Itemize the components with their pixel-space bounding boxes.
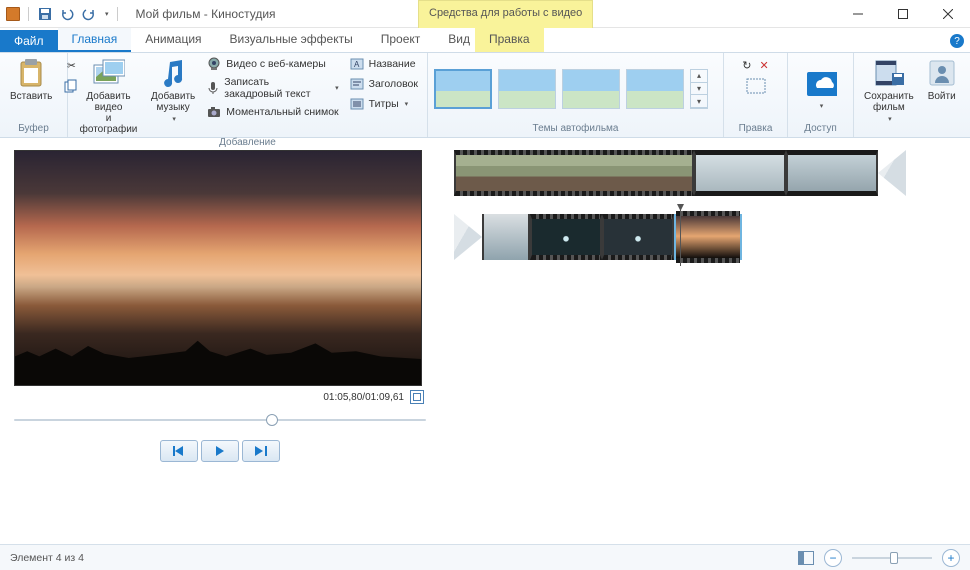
clip-2[interactable] (694, 150, 786, 196)
clip-row-2 (454, 214, 956, 260)
onedrive-button[interactable]: ▾ (801, 66, 841, 112)
zoom-thumb[interactable] (890, 552, 898, 564)
narration-button[interactable]: Записать закадровый текст▾ (203, 75, 341, 101)
fullscreen-button[interactable] (410, 390, 424, 404)
group-label-themes: Темы автофильма (434, 123, 717, 135)
save-movie-button[interactable]: Сохранить фильм ▾ (860, 55, 918, 125)
help-icon[interactable]: ? (950, 34, 964, 48)
seek-bar[interactable] (14, 414, 426, 426)
title-icon (349, 76, 365, 92)
theme-thumb-2[interactable] (498, 69, 556, 109)
app-icon (6, 7, 20, 21)
timeline-pane[interactable] (440, 138, 970, 538)
status-bar: Элемент 4 из 4 − + (0, 544, 970, 570)
time-display: 01:05,80/01:09,61 (323, 392, 404, 403)
group-label-access: Доступ (794, 123, 847, 135)
theme-thumb-1[interactable] (434, 69, 492, 109)
preview-frame[interactable] (14, 150, 422, 386)
tab-strip: Файл Главная Анимация Визуальные эффекты… (0, 28, 970, 52)
music-note-icon (157, 57, 189, 89)
delete-icon[interactable]: ✕ (760, 59, 769, 72)
tab-animation[interactable]: Анимация (131, 28, 215, 52)
clip-4[interactable] (482, 214, 530, 260)
next-frame-button[interactable] (242, 440, 280, 462)
signin-button[interactable]: Войти (922, 55, 962, 104)
clip-row-1 (454, 150, 956, 196)
theme-thumb-4[interactable] (626, 69, 684, 109)
prev-frame-button[interactable] (160, 440, 198, 462)
paste-button[interactable]: Вставить (6, 55, 56, 104)
tab-visual-effects[interactable]: Визуальные эффекты (216, 28, 367, 52)
caption-credits-button[interactable]: Титры▾ (346, 95, 421, 113)
user-icon (926, 57, 958, 89)
layout-toggle-button[interactable] (798, 551, 814, 565)
add-music-button[interactable]: Добавить музыку ▾ (147, 55, 199, 125)
zoom-out-button[interactable]: − (824, 549, 842, 567)
zoom-in-button[interactable]: + (942, 549, 960, 567)
playhead[interactable] (680, 208, 681, 266)
clip-6[interactable] (602, 214, 674, 260)
caption-name-button[interactable]: AНазвание (346, 55, 421, 73)
clip-1[interactable] (454, 150, 694, 196)
clip-5[interactable] (530, 214, 602, 260)
webcam-icon (206, 56, 222, 72)
redo-icon[interactable] (81, 6, 97, 22)
svg-text:A: A (354, 60, 360, 69)
clip-7-selected[interactable] (674, 214, 742, 260)
ribbon: Вставить ✂ Буфер Добавить видео и фотогр… (0, 52, 970, 138)
photo-video-icon (93, 57, 125, 89)
tab-home[interactable]: Главная (58, 28, 132, 52)
status-text: Элемент 4 из 4 (10, 552, 84, 564)
camera-icon (206, 104, 222, 120)
preview-pane: 01:05,80/01:09,61 (0, 138, 440, 538)
seek-thumb[interactable] (266, 414, 278, 426)
clipboard-icon (15, 57, 47, 89)
close-button[interactable] (925, 0, 970, 28)
theme-thumb-3[interactable] (562, 69, 620, 109)
credits-icon (349, 96, 365, 112)
caption-title-button[interactable]: Заголовок (346, 75, 421, 93)
select-all-icon[interactable] (746, 78, 766, 94)
file-tab[interactable]: Файл (0, 30, 58, 52)
cloud-icon (805, 68, 837, 100)
transition-out-1[interactable] (878, 150, 906, 196)
minimize-button[interactable] (835, 0, 880, 28)
window-title: Мой фильм - Киностудия (136, 7, 276, 21)
zoom-slider[interactable] (852, 557, 932, 559)
transition-in-2[interactable] (454, 214, 482, 260)
play-button[interactable] (201, 440, 239, 462)
undo-icon[interactable] (59, 6, 75, 22)
save-icon[interactable] (37, 6, 53, 22)
add-video-button[interactable]: Добавить видео и фотографии (74, 55, 143, 137)
workspace: 01:05,80/01:09,61 (0, 138, 970, 538)
group-label-buffer: Буфер (6, 123, 61, 135)
webcam-button[interactable]: Видео с веб-камеры (203, 55, 341, 73)
maximize-button[interactable] (880, 0, 925, 28)
title-bar: ▾ Мой фильм - Киностудия Средства для ра… (0, 0, 970, 28)
clip-3[interactable] (786, 150, 878, 196)
qat-dropdown-icon[interactable]: ▾ (105, 10, 109, 18)
rotate-icon[interactable]: ↻ (742, 59, 751, 72)
text-icon: A (349, 56, 365, 72)
chevron-down-icon: ▾ (172, 115, 176, 123)
snapshot-button[interactable]: Моментальный снимок (203, 103, 341, 121)
tab-edit-context[interactable]: Правка (475, 28, 544, 52)
tab-project[interactable]: Проект (367, 28, 435, 52)
theme-gallery-more[interactable]: ▴▾▾ (690, 69, 708, 109)
microphone-icon (206, 80, 220, 96)
film-save-icon (873, 57, 905, 89)
context-tab-header: Средства для работы с видео (418, 0, 593, 28)
group-label-edit: Правка (730, 123, 781, 135)
